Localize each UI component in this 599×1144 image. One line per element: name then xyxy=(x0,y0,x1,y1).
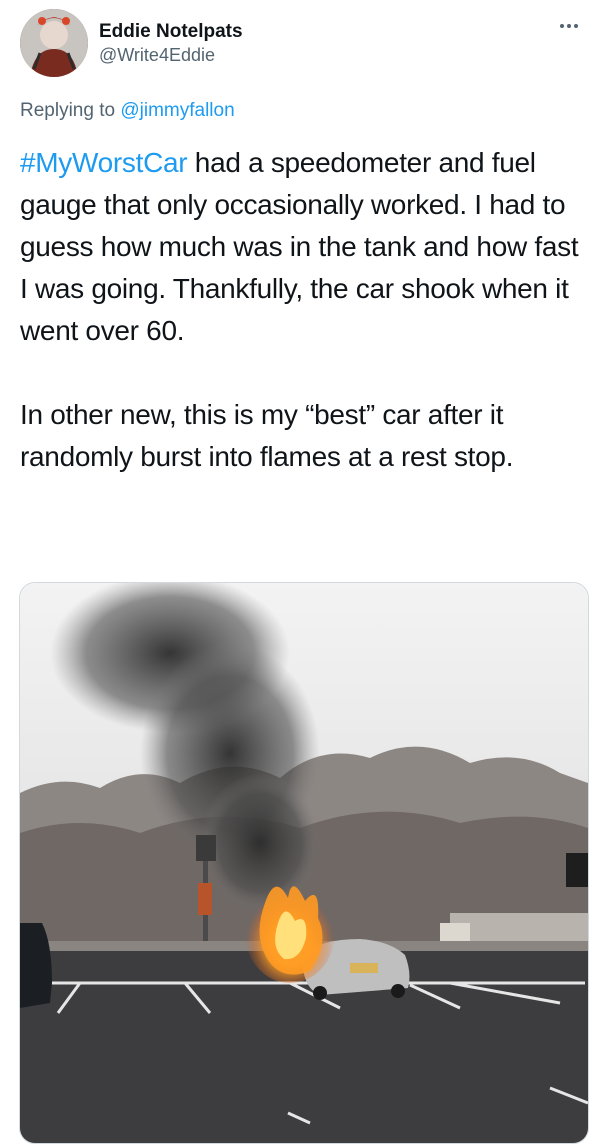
tweet-header: Eddie Notelpats @Write4Eddie xyxy=(20,9,590,79)
author-display-name[interactable]: Eddie Notelpats xyxy=(99,20,243,44)
hashtag-link[interactable]: #MyWorstCar xyxy=(20,147,188,178)
more-horizontal-icon[interactable] xyxy=(560,15,590,31)
tweet-body: had a speedometer and fuel gauge that on… xyxy=(20,147,579,472)
reply-prefix: Replying to xyxy=(20,100,116,121)
tweet-photo[interactable] xyxy=(19,582,589,1144)
reply-mention-link[interactable]: @jimmyfallon xyxy=(120,100,234,121)
tweet-text: #MyWorstCar had a speedometer and fuel g… xyxy=(20,142,590,478)
author-handle[interactable]: @Write4Eddie xyxy=(99,44,243,66)
reply-context: Replying to @jimmyfallon xyxy=(20,100,235,122)
avatar[interactable] xyxy=(20,9,88,77)
author-names[interactable]: Eddie Notelpats @Write4Eddie xyxy=(99,20,243,66)
